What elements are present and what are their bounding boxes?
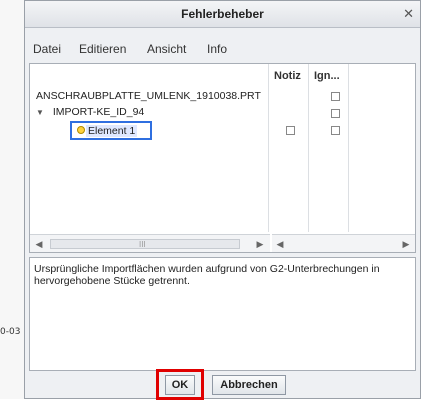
ok-button[interactable]: OK — [165, 375, 195, 395]
error-fixer-dialog: Fehlerbeheber ✕ Datei Editieren Ansicht … — [24, 0, 421, 400]
column-note[interactable]: Notiz — [274, 70, 301, 82]
title-bar: Fehlerbeheber ✕ — [25, 1, 420, 28]
side-text: 0-03 — [0, 327, 21, 337]
tree-row-part[interactable]: ANSCHRAUBPLATTE_UMLENK_1910038.PRT — [36, 90, 261, 102]
message-text: Ursprüngliche Importflächen wurden aufgr… — [34, 263, 380, 287]
element-label: Element 1 — [86, 125, 138, 137]
menu-bar: Datei Editieren Ansicht Info — [25, 28, 420, 58]
scroll-right-icon[interactable]: ▶ — [400, 238, 412, 250]
column-divider — [268, 64, 269, 232]
close-icon[interactable]: ✕ — [403, 6, 414, 22]
note-checkbox[interactable] — [286, 126, 295, 135]
column-divider — [308, 64, 309, 232]
dialog-title: Fehlerbeheber — [181, 7, 264, 21]
menu-info[interactable]: Info — [207, 42, 227, 56]
background-strip — [0, 0, 24, 399]
menu-view[interactable]: Ansicht — [147, 42, 186, 56]
scroll-thumb[interactable]: III — [50, 239, 240, 249]
menu-edit[interactable]: Editieren — [79, 42, 126, 56]
part-label: ANSCHRAUBPLATTE_UMLENK_1910038.PRT — [36, 90, 261, 102]
tree-row-element[interactable]: Element 1 — [70, 121, 152, 140]
column-ignore[interactable]: Ign... — [314, 70, 340, 82]
element-status-icon — [77, 126, 85, 134]
tree-row-import-feature[interactable]: ▼ IMPORT-KE_ID_94 — [36, 106, 144, 118]
column-divider — [348, 64, 349, 232]
cancel-button[interactable]: Abbrechen — [212, 375, 286, 395]
import-feature-label: IMPORT-KE_ID_94 — [52, 106, 145, 118]
expand-arrow-icon[interactable]: ▼ — [36, 108, 44, 117]
ignore-checkbox[interactable] — [331, 92, 340, 101]
menu-file[interactable]: Datei — [33, 42, 61, 56]
horizontal-scrollbar-left[interactable]: ◀ III ▶ — [30, 234, 270, 252]
ignore-checkbox[interactable] — [331, 126, 340, 135]
horizontal-scrollbar-right[interactable]: ◀ ▶ — [272, 234, 415, 252]
message-panel: Ursprüngliche Importflächen wurden aufgr… — [29, 257, 416, 371]
scroll-left-icon[interactable]: ◀ — [274, 238, 286, 250]
feature-tree: Notiz Ign... ANSCHRAUBPLATTE_UMLENK_1910… — [29, 63, 416, 253]
ignore-checkbox[interactable] — [331, 109, 340, 118]
scroll-right-icon[interactable]: ▶ — [254, 238, 266, 250]
scroll-left-icon[interactable]: ◀ — [33, 238, 45, 250]
scroll-grip: III — [139, 240, 146, 249]
